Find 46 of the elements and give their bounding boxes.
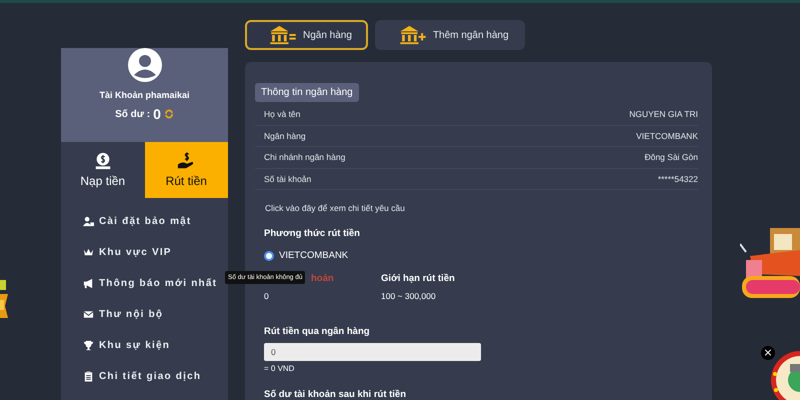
- crown-icon: [83, 247, 94, 258]
- refresh-icon[interactable]: [164, 109, 174, 119]
- converted-amount: = 0 VND: [264, 364, 294, 373]
- megaphone-icon: [83, 278, 94, 289]
- coin-icon: [94, 152, 112, 170]
- bank-arrows-icon: [269, 25, 297, 45]
- clipboard-icon: [83, 371, 94, 382]
- stat-value: 100 ~ 300,000: [381, 291, 437, 301]
- close-button[interactable]: ×: [761, 346, 775, 360]
- action-tab[interactable]: Rút tiền: [144, 142, 228, 198]
- menu-item[interactable]: Thông báo mới nhất: [83, 268, 228, 299]
- stat-label: Giới hạn rút tiền: [381, 273, 455, 284]
- info-label: Số tài khoản: [264, 174, 312, 184]
- amount-label: Rút tiền qua ngân hàng: [264, 326, 370, 337]
- stat-value: 0: [264, 291, 270, 301]
- bank-plus-icon: [398, 25, 427, 45]
- section-title: Thông tin ngân hàng: [255, 83, 359, 102]
- hand-dollar-icon: [177, 152, 196, 170]
- amount-field[interactable]: 0: [264, 343, 481, 361]
- menu-item[interactable]: Khu vực VIP: [83, 237, 228, 268]
- info-value: *****54322: [658, 174, 698, 184]
- menu-item[interactable]: Chi tiết giao dịch: [83, 361, 228, 392]
- info-value: Đông Sài Gòn: [644, 152, 698, 162]
- menu-item[interactable]: Cài đặt bảo mật: [83, 206, 228, 237]
- info-value: VIETCOMBANK: [636, 130, 698, 141]
- balance-value: 0: [153, 106, 161, 122]
- username: phamaikai: [146, 90, 190, 100]
- stat-label: hoản: [311, 273, 335, 284]
- details-link[interactable]: Click vào đây để xem chi tiết yêu cầu: [265, 203, 405, 213]
- balance-label: Số dư :: [115, 108, 150, 120]
- trophy-icon: [83, 340, 94, 351]
- menu-item[interactable]: Khu sự kiện: [83, 330, 228, 361]
- method-option[interactable]: VIETCOMBANK: [264, 250, 348, 261]
- info-label: Họ và tên: [264, 109, 300, 120]
- mail-icon: [83, 309, 94, 320]
- info-label: Ngân hàng: [264, 130, 306, 141]
- account-label: Tài Khoản: [99, 90, 143, 100]
- method-title: Phương thức rút tiền: [264, 228, 360, 239]
- info-value: NGUYEN GIA TRI: [629, 109, 698, 120]
- bank-tab[interactable]: Ngân hàng: [245, 20, 368, 50]
- user-lock-icon: [83, 216, 94, 227]
- menu-item[interactable]: Thư nội bộ: [83, 299, 228, 330]
- bank-tab[interactable]: Thêm ngân hàng: [374, 20, 525, 50]
- radio-button[interactable]: [264, 250, 274, 260]
- info-label: Chi nhánh ngân hàng: [264, 152, 346, 162]
- balance-after-label: Số dư tài khoản sau khi rút tiền: [264, 389, 406, 400]
